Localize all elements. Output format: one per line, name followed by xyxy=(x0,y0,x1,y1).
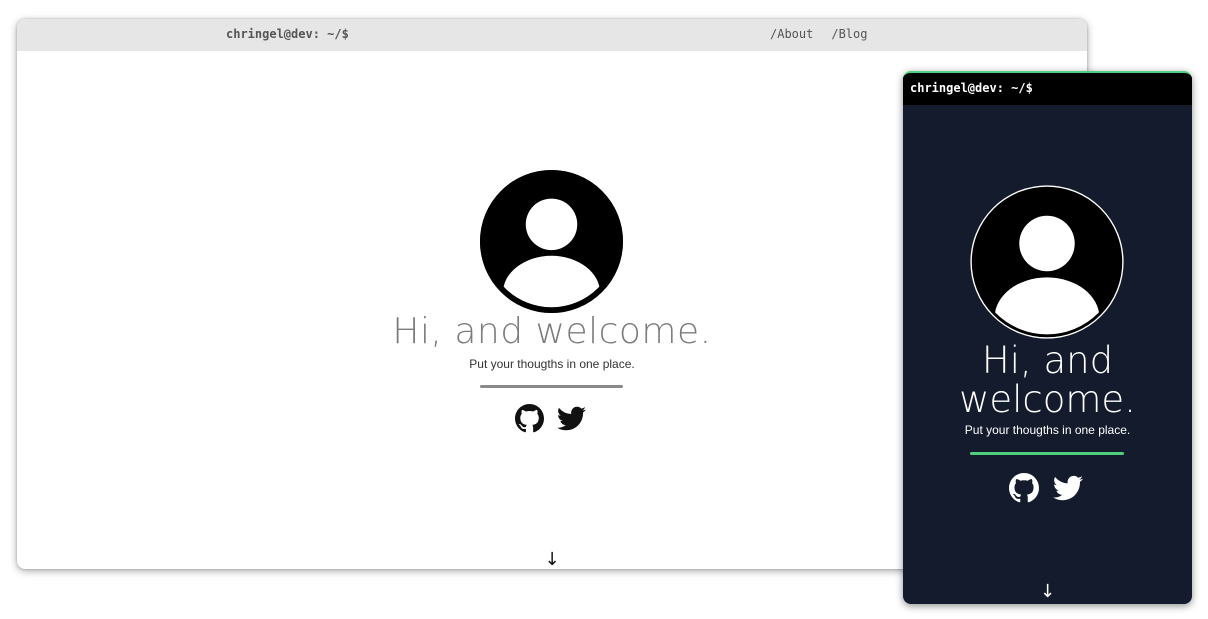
desktop-top-bar: chringel@dev: ~/$ /About /Blog xyxy=(17,19,1087,51)
hero-title-line-2: welcome. xyxy=(959,378,1136,421)
hero-title: Hi, and welcome. xyxy=(903,341,1192,419)
terminal-prompt-logo[interactable]: chringel@dev: ~/$ xyxy=(226,27,349,41)
mobile-window: chringel@dev: ~/$ Hi, and welcome. Put y… xyxy=(903,71,1192,604)
desktop-nav: /About /Blog xyxy=(770,27,867,41)
hero-title-line-1: Hi, and xyxy=(981,339,1114,382)
github-icon[interactable] xyxy=(515,404,544,433)
avatar-icon xyxy=(970,185,1124,339)
avatar-icon xyxy=(480,170,623,313)
social-links xyxy=(515,404,586,433)
terminal-prompt-logo[interactable]: chringel@dev: ~/$ xyxy=(910,81,1033,95)
hero-subtitle: Put your thougths in one place. xyxy=(964,423,1131,437)
divider xyxy=(480,385,623,388)
twitter-icon[interactable] xyxy=(1053,473,1083,503)
divider xyxy=(970,452,1124,455)
nav-link-about[interactable]: /About xyxy=(770,27,813,41)
nav-link-blog[interactable]: /Blog xyxy=(831,27,867,41)
social-links xyxy=(1009,473,1083,503)
twitter-icon[interactable] xyxy=(557,404,586,433)
mobile-top-bar: chringel@dev: ~/$ xyxy=(903,73,1192,105)
scroll-down-icon[interactable]: ↓ xyxy=(903,581,1192,602)
github-icon[interactable] xyxy=(1009,473,1039,503)
